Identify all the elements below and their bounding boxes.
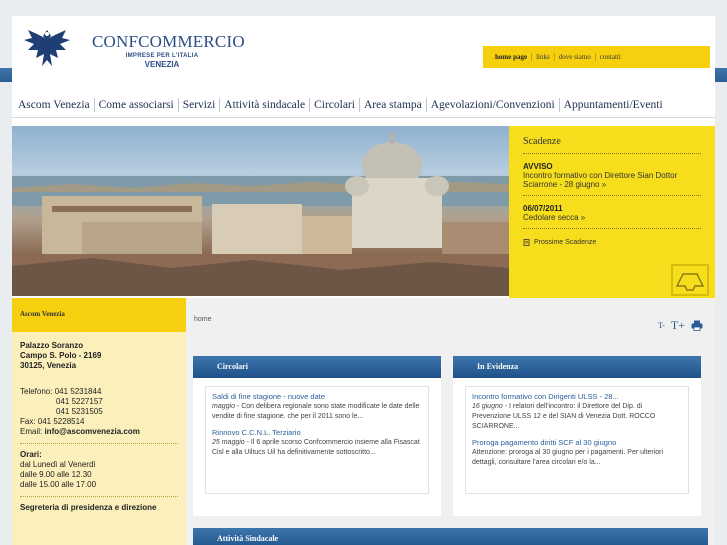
email-line: Email: info@ascomvenezia.com [20, 427, 178, 437]
fax-line: Fax: 041 5228514 [20, 417, 85, 426]
font-smaller-button[interactable]: T- [658, 321, 665, 330]
prossime-scadenze-link[interactable]: Prossime Scadenze [523, 239, 701, 246]
attivita-title[interactable]: Attività Sindacale [193, 528, 708, 545]
breadcrumb[interactable]: home [194, 316, 212, 323]
hours-line: dalle 9.00 alle 12.30 [20, 470, 92, 479]
sidebar-contacts: Palazzo Soranzo Campo S. Polo - 2169 301… [12, 332, 186, 545]
evidenza-title[interactable]: In Evidenza [453, 356, 701, 378]
news-date: 25 maggio [212, 439, 245, 446]
toplink-contatti[interactable]: contatti [594, 53, 625, 61]
circolari-box: Circolari Saldi di fine stagione - nuove… [193, 356, 441, 516]
toplink-links[interactable]: links [531, 53, 554, 61]
main-nav: Ascom Venezia Come associarsi Servizi At… [12, 92, 715, 118]
scadenza-date: AVVISO [523, 162, 553, 171]
news-date: maggio [212, 403, 235, 410]
nav-item-appuntamenti[interactable]: Appuntamenti/Eventi [558, 97, 667, 112]
inbox-tray-icon [671, 264, 709, 296]
address-line: Palazzo Soranzo [20, 341, 84, 350]
hours-title: Orari: [20, 450, 42, 459]
top-links-bar: home page links dove siamo contatti [483, 46, 710, 68]
scadenza-link[interactable]: Cedolare secca » [523, 213, 701, 222]
hero-image-venice [12, 126, 509, 296]
news-summary: 25 maggio - Il 6 aprile scorso Confcomme… [212, 438, 422, 458]
divider [20, 443, 178, 444]
circolari-title[interactable]: Circolari [193, 356, 441, 378]
main-content: home T- T+ Circolari Saldi di fine stagi… [186, 298, 715, 545]
nav-item-area-stampa[interactable]: Area stampa [358, 97, 426, 112]
divider [20, 496, 178, 497]
scadenza-link[interactable]: Incontro formativo con Direttore Sian Do… [523, 171, 701, 189]
news-excerpt: - Con delibera regionale sono state modi… [212, 403, 420, 420]
evidenza-list: Incontro formativo con Dirigenti ULSS - … [465, 386, 689, 494]
circolari-list: Saldi di fine stagione - nuove date magg… [205, 386, 429, 494]
news-title-link[interactable]: Incontro formativo con Dirigenti ULSS - … [472, 392, 682, 402]
document-icon [523, 239, 530, 246]
news-date: 16 giugno [472, 403, 503, 410]
news-item: Proroga pagamento diritti SCF al 30 giug… [472, 438, 682, 468]
page-container: CONFCOMMERCIO IMPRESE PER L'ITALIA VENEZ… [12, 16, 715, 545]
news-summary: 16 giugno - I relatori dell'incontro: il… [472, 402, 682, 432]
phone-line: 041 5227157 [56, 397, 103, 406]
news-item: Rinnovo C.C.N.L. Terziario 25 maggio - I… [212, 428, 422, 458]
phone-line: 041 5231505 [56, 407, 103, 416]
sidebar-footer: Segreteria di presidenza e direzione [20, 503, 157, 512]
nav-item-come-associarsi[interactable]: Come associarsi [93, 97, 178, 112]
hours-line: dalle 15.00 alle 17.00 [20, 480, 97, 489]
print-icon[interactable] [691, 320, 703, 331]
evidenza-box: In Evidenza Incontro formativo con Dirig… [453, 356, 701, 516]
nav-item-attivita-sindacale[interactable]: Attività sindacale [219, 97, 309, 112]
scadenza-item[interactable]: AVVISO Incontro formativo con Direttore … [523, 162, 701, 196]
nav-item-agevolazioni[interactable]: Agevolazioni/Convenzioni [425, 97, 559, 112]
news-item: Incontro formativo con Dirigenti ULSS - … [472, 392, 682, 432]
brand-subtitle: IMPRESE PER L'ITALIA [125, 53, 199, 59]
venice-skyline-illustration [12, 132, 509, 296]
news-title-link[interactable]: Rinnovo C.C.N.L. Terziario [212, 428, 422, 438]
news-summary: Attenzione: proroga al 30 giugno per i p… [472, 448, 682, 468]
scadenze-panel: Scadenze AVVISO Incontro formativo con D… [509, 126, 715, 306]
news-excerpt: Attenzione: proroga al 30 giugno per i p… [472, 449, 664, 466]
news-summary: maggio - Con delibera regionale sono sta… [212, 402, 422, 422]
scadenza-date: 06/07/2011 [523, 204, 563, 213]
address-line: Campo S. Polo - 2169 [20, 351, 102, 360]
nav-item-circolari[interactable]: Circolari [309, 97, 359, 112]
email-link[interactable]: info@ascomvenezia.com [44, 427, 139, 436]
address-line: 30125, Venezia [20, 361, 77, 370]
phone-line: Telefono: 041 5231844 [20, 387, 102, 396]
nav-item-ascom-venezia[interactable]: Ascom Venezia [12, 98, 94, 112]
eagle-logo-icon[interactable] [22, 26, 72, 70]
toplink-home-page[interactable]: home page [495, 53, 531, 61]
font-bigger-button[interactable]: T+ [671, 318, 685, 333]
news-item: Saldi di fine stagione - nuove date magg… [212, 392, 422, 422]
prossime-scadenze-label: Prossime Scadenze [534, 239, 597, 246]
sidebar-title: Ascom Venezia [12, 298, 186, 332]
scadenze-title: Scadenze [523, 136, 701, 154]
nav-item-servizi[interactable]: Servizi [177, 97, 220, 112]
brand-name: CONFCOMMERCIO [92, 32, 245, 51]
scadenza-item[interactable]: 06/07/2011 Cedolare secca » [523, 204, 701, 229]
news-title-link[interactable]: Proroga pagamento diritti SCF al 30 giug… [472, 438, 682, 448]
toplink-dove-siamo[interactable]: dove siamo [553, 53, 595, 61]
hours-line: dal Lunedì al Venerdì [20, 460, 96, 469]
brand-city: VENEZIA [144, 60, 180, 69]
text-tools: T- T+ [658, 318, 703, 333]
attivita-box: Attività Sindacale [193, 528, 708, 545]
brand-block[interactable]: CONFCOMMERCIO IMPRESE PER L'ITALIA VENEZ… [92, 32, 245, 70]
news-title-link[interactable]: Saldi di fine stagione - nuove date [212, 392, 422, 402]
email-label: Email: [20, 427, 45, 436]
